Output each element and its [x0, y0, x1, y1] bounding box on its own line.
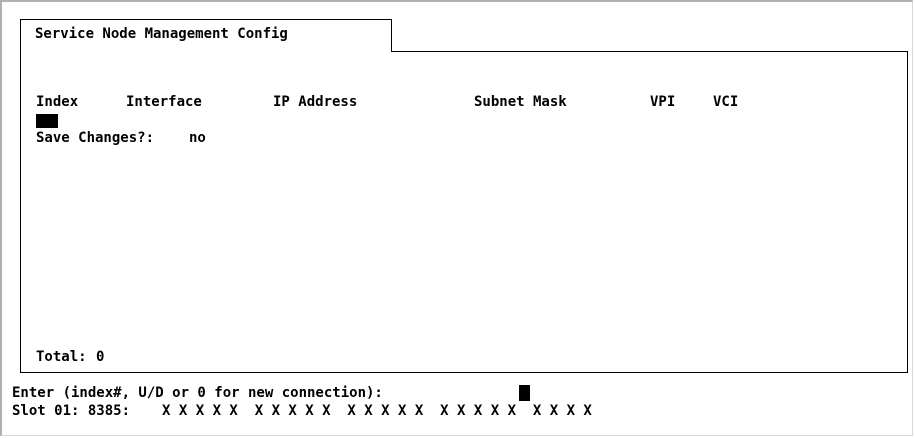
save-changes-label: Save Changes?:	[36, 130, 155, 146]
total-label: Total:	[36, 349, 87, 365]
slot-port-status: X X X X X X X X X X X X X X X X X X X X …	[162, 403, 592, 419]
column-header-subnet-mask: Subnet Mask	[474, 94, 567, 110]
tab-service-node-management-config[interactable]: Service Node Management Config	[20, 19, 392, 52]
save-changes-value[interactable]: no	[189, 130, 206, 146]
terminal-screen: Service Node Management Config Index Int…	[0, 0, 913, 436]
command-prompt: Enter (index#, U/D or 0 for new connecti…	[12, 385, 383, 401]
slot-label: Slot 01: 8385:	[12, 403, 131, 419]
column-header-vci: VCI	[713, 94, 739, 110]
command-input-cursor[interactable]	[519, 385, 530, 401]
column-header-interface: Interface	[126, 94, 202, 110]
column-header-index: Index	[36, 94, 79, 110]
total-value: 0	[96, 349, 105, 365]
tab-title: Service Node Management Config	[35, 26, 288, 42]
column-header-vpi: VPI	[650, 94, 676, 110]
column-header-ip-address: IP Address	[273, 94, 358, 110]
field-cursor[interactable]	[36, 114, 58, 128]
